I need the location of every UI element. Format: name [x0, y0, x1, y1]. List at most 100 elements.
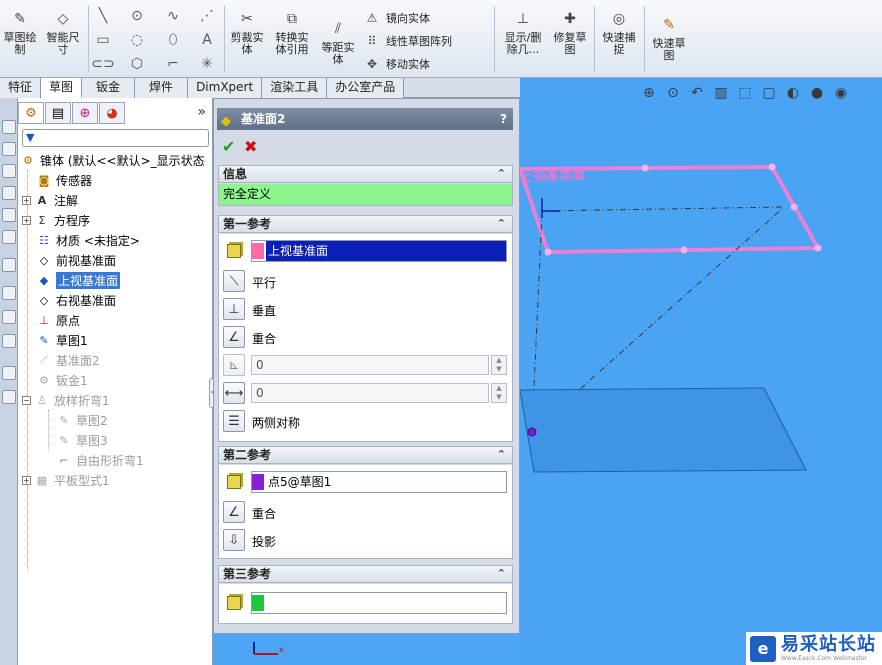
tree-item-sketch2[interactable]: ✎ 草图2 [56, 410, 107, 430]
tree-item-front-plane[interactable]: ◇ 前视基准面 [36, 250, 116, 270]
tree-item-right-plane[interactable]: ◇ 右视基准面 [36, 290, 116, 310]
linear-pattern-button[interactable]: ⠿ 线性草图阵列 [364, 33, 452, 49]
coincident-icon[interactable]: ∠ [223, 326, 245, 348]
view-orientation-icon[interactable]: ⬚ [736, 84, 754, 102]
spline-icon[interactable]: ∿ [162, 8, 184, 24]
expand-toggle[interactable]: + [22, 195, 31, 205]
tree-item-freeform-bend1[interactable]: ⌐ 自由形折弯1 [56, 450, 143, 470]
tree-item-plane2[interactable]: ⟋ 基准面2 [36, 350, 100, 370]
projection-icon[interactable]: ⇩ [223, 529, 245, 551]
tab-features[interactable]: 特征 [0, 78, 42, 98]
coincident-icon[interactable]: ∠ [223, 501, 245, 523]
mid-plane-icon[interactable]: ☰ [223, 410, 245, 432]
plane-handle[interactable] [680, 246, 688, 254]
tab-sketch[interactable]: 草图 [41, 78, 83, 98]
strip-icon[interactable] [2, 230, 16, 244]
scene-icon[interactable]: ◉ [832, 84, 850, 102]
collapse-icon[interactable]: ⌃ [497, 216, 506, 232]
angle-icon[interactable]: ⊾ [223, 354, 245, 376]
line-icon[interactable]: ╲ [92, 8, 114, 24]
move-entities-button[interactable]: ✥ 移动实体 [364, 56, 430, 72]
strip-icon[interactable] [2, 142, 16, 156]
zoom-to-fit-icon[interactable]: ⊕ [640, 84, 658, 102]
plane-handle[interactable] [641, 164, 649, 172]
appearance-icon[interactable]: ● [808, 84, 826, 102]
tree-item-sketch1[interactable]: ✎ 草图1 [36, 330, 87, 350]
tree-item-origin[interactable]: ⊥ 原点 [36, 310, 80, 330]
tab-office-products[interactable]: 办公室产品 [327, 78, 405, 98]
ellipse-icon[interactable]: ⬯ [162, 32, 184, 48]
tab-render-tools[interactable]: 渲染工具 [262, 78, 328, 98]
selected-point[interactable] [527, 427, 537, 437]
angle-input[interactable]: 0 [251, 355, 489, 375]
slot-icon[interactable]: ⊂⊃ [91, 56, 114, 72]
configuration-manager-tab-icon[interactable]: ⊕ [72, 102, 98, 124]
perpendicular-icon[interactable]: ⊥ [223, 298, 245, 320]
third-reference-header[interactable]: 第三参考 ⌃ [218, 565, 513, 583]
strip-icon[interactable] [2, 366, 16, 380]
plane-handle[interactable] [814, 244, 822, 252]
plane-handle[interactable] [790, 203, 798, 211]
quick-snaps-button[interactable]: ◎ 快速捕 捉 [598, 8, 640, 56]
strip-icon[interactable] [2, 334, 16, 348]
strip-icon[interactable] [2, 164, 16, 178]
ok-check-icon[interactable]: ✔ [222, 137, 235, 156]
tree-root-part[interactable]: ⚙ 锥体 (默认<<默认>_显示状态 [20, 150, 205, 170]
tree-item-material[interactable]: ☷ 材质 <未指定> [36, 230, 140, 250]
first-reference-field[interactable]: 上视基准面 [251, 240, 507, 262]
mirror-entities-button[interactable]: ⚠ 镜向实体 [364, 10, 430, 26]
display-style-icon[interactable]: ▢ [760, 84, 778, 102]
tree-filter-input[interactable]: ▼ [22, 129, 209, 147]
arc-icon[interactable]: ◌ [126, 32, 148, 48]
cancel-x-icon[interactable]: ✖ [244, 137, 257, 156]
tab-sheet-metal[interactable]: 钣金 [82, 78, 136, 98]
trim-entities-button[interactable]: ✂ 剪裁实 体 [228, 8, 266, 56]
plane-handle[interactable] [768, 163, 776, 171]
offset-entities-button[interactable]: ⫽ 等距实 体 [318, 18, 358, 66]
tree-item-top-plane[interactable]: ◆ 上视基准面 [36, 270, 121, 290]
strip-icon[interactable] [2, 186, 16, 200]
tree-item-sheet-metal1[interactable]: ⚙ 钣金1 [36, 370, 88, 390]
polygon-icon[interactable]: ⬡ [126, 56, 148, 72]
zoom-to-area-icon[interactable]: ⊙ [664, 84, 682, 102]
point-grid-icon[interactable]: ⋰ [196, 8, 218, 24]
repair-sketch-button[interactable]: ✚ 修复草 图 [550, 8, 590, 56]
distance-spinner[interactable]: ▲ ▼ [491, 383, 507, 403]
strip-icon[interactable] [2, 258, 16, 272]
third-reference-field[interactable] [251, 592, 507, 614]
display-delete-relations-button[interactable]: ⊥ 显示/删 除几... [500, 8, 546, 56]
help-button[interactable]: ? [500, 108, 507, 130]
rectangle-icon[interactable]: ▭ [92, 32, 114, 48]
tab-weldments[interactable]: 焊件 [135, 78, 189, 98]
expand-toggle[interactable]: − [22, 395, 31, 405]
sketch-button[interactable]: ✎ 草图绘 制 [2, 8, 38, 56]
tree-item-equations[interactable]: + Σ 方程序 [22, 210, 90, 230]
first-reference-header[interactable]: 第一参考 ⌃ [218, 215, 513, 233]
rapid-sketch-button[interactable]: ✎ 快速草 图 [648, 14, 690, 62]
distance-icon[interactable]: ⟷ [223, 382, 245, 404]
plane-handle[interactable] [544, 248, 552, 256]
collapse-icon[interactable]: ⌃ [497, 447, 506, 463]
display-manager-tab-icon[interactable]: ◕ [99, 102, 125, 124]
tree-item-sketch3[interactable]: ✎ 草图3 [56, 430, 107, 450]
graphics-area[interactable]: 上视基准面 [520, 78, 882, 665]
expand-panel-icon[interactable]: » [197, 104, 206, 120]
convert-entities-button[interactable]: ⧉ 转换实 体引用 [272, 8, 312, 56]
tab-dimxpert[interactable]: DimXpert [188, 78, 263, 98]
text-icon[interactable]: A [196, 32, 218, 48]
second-reference-field[interactable]: 点5@草图1 [251, 471, 507, 493]
strip-icon[interactable] [2, 120, 16, 134]
angle-spinner[interactable]: ▲ ▼ [491, 355, 507, 375]
tree-item-sensors[interactable]: ◙ 传感器 [36, 170, 92, 190]
fillet-icon[interactable]: ⌐ [162, 56, 184, 72]
strip-icon[interactable] [2, 390, 16, 404]
property-manager-tab-icon[interactable]: ▤ [45, 102, 71, 124]
tree-item-annotations[interactable]: + A 注解 [22, 190, 78, 210]
feature-manager-tab-icon[interactable]: ⚙ [18, 102, 44, 124]
expand-toggle[interactable]: + [22, 475, 31, 485]
section-view-icon[interactable]: ▥ [712, 84, 730, 102]
collapse-icon[interactable]: ⌃ [497, 566, 506, 582]
expand-toggle[interactable]: + [22, 215, 31, 225]
strip-icon[interactable] [2, 286, 16, 300]
parallel-icon[interactable]: ⟍ [223, 270, 245, 292]
